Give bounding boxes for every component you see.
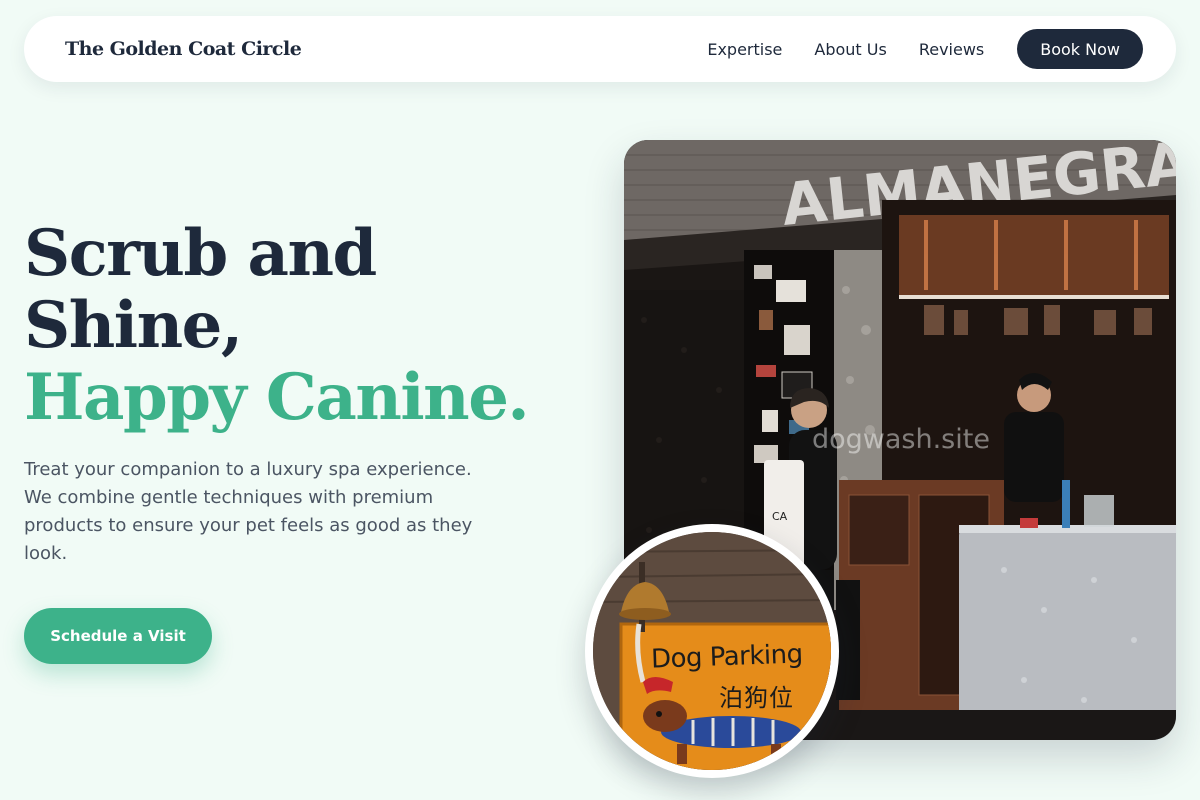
navbar: The Golden Coat Circle Expertise About U… — [24, 16, 1176, 82]
hero-title-accent: Happy Canine. — [24, 360, 530, 435]
dog-parking-badge: Dog Parking 泊狗位 — [585, 524, 839, 778]
nav-link-reviews[interactable]: Reviews — [919, 40, 984, 59]
hero-title-line2: Shine, — [24, 288, 243, 363]
brand-logo[interactable]: The Golden Coat Circle — [65, 38, 302, 60]
nav-link-expertise[interactable]: Expertise — [707, 40, 782, 59]
dog-parking-photo: Dog Parking 泊狗位 — [593, 532, 831, 770]
hero-title: Scrub and Shine, Happy Canine. — [24, 218, 584, 434]
book-now-button[interactable]: Book Now — [1017, 29, 1143, 69]
nav-links: Expertise About Us Reviews Book Now — [707, 29, 1143, 69]
hero-description: Treat your companion to a luxury spa exp… — [24, 459, 473, 564]
nav-link-about-us[interactable]: About Us — [814, 40, 886, 59]
sign-text: Dog Parking — [650, 639, 804, 675]
sign-text-cn: 泊狗位 — [719, 684, 794, 712]
svg-text:CA: CA — [772, 510, 788, 523]
hero-title-line1: Scrub and — [24, 216, 377, 291]
schedule-visit-button[interactable]: Schedule a Visit — [24, 608, 212, 664]
